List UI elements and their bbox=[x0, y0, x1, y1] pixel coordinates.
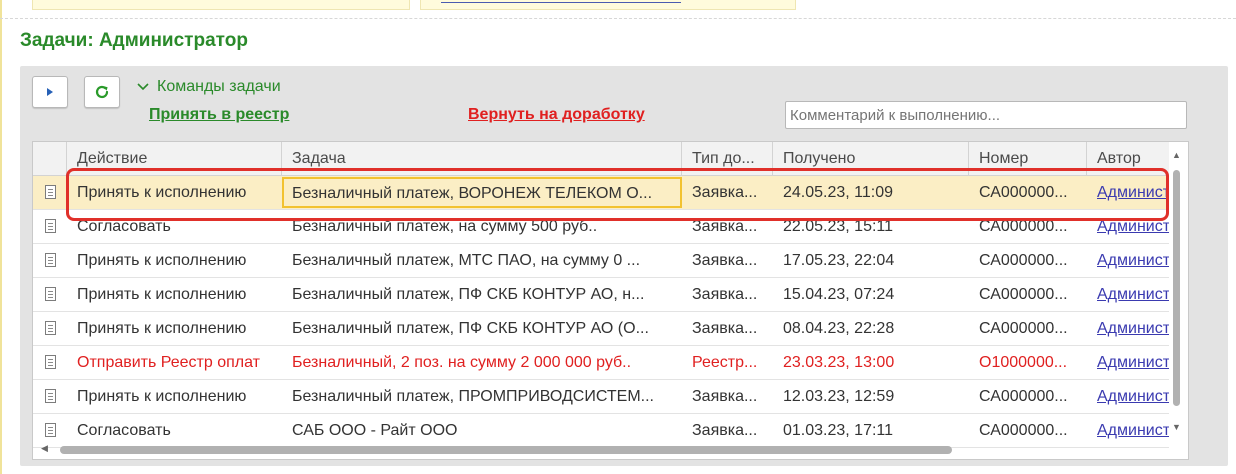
table-row[interactable]: Принять к исполнению Безналичный платеж, … bbox=[33, 176, 1169, 210]
vertical-scrollbar[interactable]: ▲ ▼ bbox=[1170, 144, 1184, 434]
table-row[interactable]: Отправить Реестр оплат Безналичный, 2 поз… bbox=[33, 346, 1169, 380]
document-icon bbox=[45, 253, 56, 267]
cell-received: 15.04.23, 07:24 bbox=[783, 286, 895, 303]
chevron-down-icon bbox=[137, 83, 149, 91]
accept-to-registry-link[interactable]: Принять в реестр bbox=[149, 106, 289, 124]
document-icon bbox=[45, 389, 56, 403]
top-panel-link[interactable] bbox=[441, 0, 681, 3]
cell-action: Согласовать bbox=[77, 218, 171, 235]
cell-doc-type: Заявка... bbox=[692, 252, 758, 269]
document-icon bbox=[45, 287, 56, 301]
cell-received: 12.03.23, 12:59 bbox=[783, 388, 895, 405]
document-icon bbox=[45, 423, 56, 437]
cell-number: СА000000... bbox=[979, 388, 1068, 405]
task-commands-toggle[interactable]: Команды задачи bbox=[137, 78, 281, 96]
document-icon bbox=[45, 321, 56, 335]
cell-action: Отправить Реестр оплат bbox=[77, 354, 260, 371]
cell-task: Безналичный платеж, ПРОМПРИВОДСИСТЕМ... bbox=[292, 388, 654, 405]
cell-action: Принять к исполнению bbox=[77, 286, 247, 303]
cell-received: 22.05.23, 15:11 bbox=[783, 218, 894, 235]
table-row[interactable]: Согласовать Безналичный платеж, на сумму … bbox=[33, 210, 1169, 244]
cell-doc-type: Заявка... bbox=[692, 184, 758, 201]
cell-task: Безналичный платеж, МТС ПАО, на сумму 0 … bbox=[292, 252, 641, 269]
header-author[interactable]: Автор bbox=[1087, 142, 1169, 175]
cell-task: Безналичный платеж, на сумму 500 руб.. bbox=[292, 218, 598, 235]
return-for-revision-link[interactable]: Вернуть на доработку bbox=[468, 106, 645, 124]
left-accent-bar bbox=[0, 0, 2, 474]
tasks-table: Действие Задача Тип до... Получено Номер… bbox=[32, 141, 1189, 460]
header-number[interactable]: Номер bbox=[969, 142, 1087, 175]
document-icon bbox=[45, 219, 56, 233]
cell-doc-type: Заявка... bbox=[692, 388, 758, 405]
table-row[interactable]: Принять к исполнению Безналичный платеж, … bbox=[33, 244, 1169, 278]
header-received[interactable]: Получено bbox=[773, 142, 969, 175]
cell-author[interactable]: Админист bbox=[1087, 380, 1169, 413]
header-task[interactable]: Задача bbox=[282, 142, 682, 175]
horizontal-scrollbar[interactable]: ◀ bbox=[33, 443, 1169, 457]
scroll-up-arrow-icon[interactable]: ▲ bbox=[1172, 150, 1181, 160]
cell-action: Принять к исполнению bbox=[77, 388, 247, 405]
cell-task: Безналичный платеж, ВОРОНЕЖ ТЕЛЕКОМ О... bbox=[282, 177, 682, 208]
cell-author[interactable]: Админист bbox=[1087, 176, 1169, 209]
cell-doc-type: Заявка... bbox=[692, 320, 758, 337]
cell-doc-type: Заявка... bbox=[692, 286, 758, 303]
scroll-down-arrow-icon[interactable]: ▼ bbox=[1172, 422, 1181, 432]
cell-action: Принять к исполнению bbox=[77, 320, 247, 337]
table-row[interactable]: Принять к исполнению Безналичный платеж, … bbox=[33, 312, 1169, 346]
cell-number: СА000000... bbox=[979, 218, 1068, 235]
top-panel-left bbox=[32, 0, 410, 10]
cell-action: Принять к исполнению bbox=[77, 184, 247, 201]
cell-author[interactable]: Админист bbox=[1087, 244, 1169, 277]
cell-task: Безналичный платеж, ПФ СКБ КОНТУР АО (О.… bbox=[292, 320, 649, 337]
task-commands-label: Команды задачи bbox=[157, 78, 281, 95]
cell-action: Принять к исполнению bbox=[77, 252, 247, 269]
refresh-button[interactable] bbox=[84, 76, 120, 108]
header-icon-column bbox=[33, 142, 67, 175]
refresh-icon bbox=[95, 85, 109, 99]
cell-task: Безналичный, 2 поз. на сумму 2 000 000 р… bbox=[292, 354, 632, 371]
cell-task: Безналичный платеж, ПФ СКБ КОНТУР АО, н.… bbox=[292, 286, 645, 303]
play-icon bbox=[47, 88, 53, 96]
vertical-scroll-thumb[interactable] bbox=[1173, 170, 1180, 406]
cell-received: 17.05.23, 22:04 bbox=[783, 252, 895, 269]
cell-author[interactable]: Админист bbox=[1087, 210, 1169, 243]
top-panel-right bbox=[420, 0, 796, 10]
header-action[interactable]: Действие bbox=[67, 142, 282, 175]
table-row[interactable]: Принять к исполнению Безналичный платеж, … bbox=[33, 380, 1169, 414]
document-icon bbox=[45, 185, 56, 199]
cell-number: СА000000... bbox=[979, 184, 1068, 201]
section-title: Задачи: Администратор bbox=[20, 30, 248, 51]
cell-number: О1000000... bbox=[979, 354, 1068, 371]
header-doc-type[interactable]: Тип до... bbox=[682, 142, 773, 175]
cell-number: СА000000... bbox=[979, 286, 1068, 303]
top-strip bbox=[0, 0, 1236, 20]
cell-received: 24.05.23, 11:09 bbox=[783, 184, 894, 201]
scroll-left-arrow-icon[interactable]: ◀ bbox=[41, 443, 48, 454]
cell-received: 08.04.23, 22:28 bbox=[783, 320, 895, 337]
cell-author[interactable]: Админист bbox=[1087, 312, 1169, 345]
cell-doc-type: Заявка... bbox=[692, 218, 758, 235]
table-header: Действие Задача Тип до... Получено Номер… bbox=[33, 142, 1169, 176]
top-separator bbox=[0, 18, 1236, 19]
cell-number: СА000000... bbox=[979, 320, 1068, 337]
run-button[interactable] bbox=[32, 76, 68, 108]
table-row[interactable]: Принять к исполнению Безналичный платеж, … bbox=[33, 278, 1169, 312]
cell-received: 23.03.23, 13:00 bbox=[783, 354, 895, 371]
cell-author[interactable]: Админист bbox=[1087, 278, 1169, 311]
document-icon bbox=[45, 355, 56, 369]
comment-input[interactable] bbox=[785, 101, 1187, 129]
horizontal-scroll-thumb[interactable] bbox=[60, 446, 952, 454]
cell-number: СА000000... bbox=[979, 252, 1068, 269]
cell-author[interactable]: Админист bbox=[1087, 346, 1169, 379]
cell-doc-type: Реестр... bbox=[692, 354, 758, 371]
